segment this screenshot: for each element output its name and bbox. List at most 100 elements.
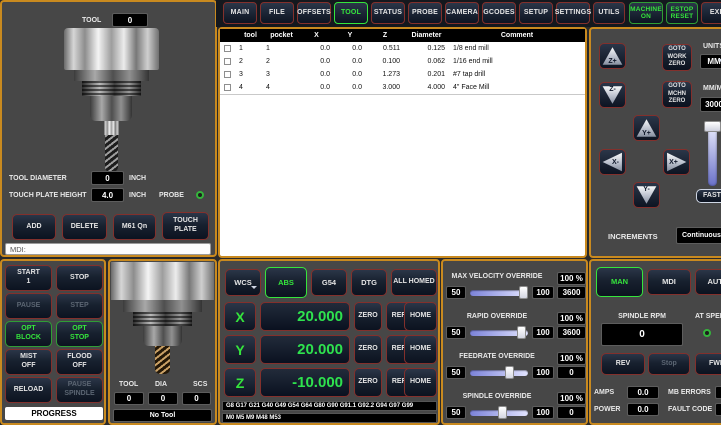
- dtg-button[interactable]: DTG: [351, 269, 387, 296]
- table-row[interactable]: 2 2 0.0 0.0 0.100 0.062 1/16 end mill: [220, 55, 585, 69]
- rapid-max-button[interactable]: 100: [532, 326, 554, 339]
- spindle-fwd-button[interactable]: FWD: [695, 353, 721, 375]
- opt-stop-button[interactable]: OPT STOP: [56, 321, 103, 347]
- tool-diameter-field[interactable]: 0: [91, 171, 124, 185]
- increments-dropdown[interactable]: Continuous: [676, 227, 721, 244]
- cell-diameter: 0.062: [404, 55, 445, 68]
- tab-file[interactable]: FILE: [260, 2, 294, 24]
- feedrate-max-button[interactable]: 100: [532, 366, 554, 379]
- wcs-button[interactable]: WCS: [225, 269, 261, 296]
- touch-plate-button[interactable]: TOUCH PLATE: [162, 212, 209, 240]
- abs-button[interactable]: ABS: [265, 267, 307, 298]
- step-button[interactable]: STEP: [56, 293, 103, 319]
- col-header-z[interactable]: Z: [366, 29, 404, 42]
- mist-button[interactable]: MIST OFF: [5, 349, 52, 375]
- goto-machine-zero-button[interactable]: GOTO MCHN ZERO: [662, 81, 692, 108]
- col-header-x[interactable]: X: [299, 29, 334, 42]
- feedrate-min-button[interactable]: 50: [446, 366, 466, 379]
- feedrate-slider[interactable]: [470, 370, 528, 376]
- axis-y-button[interactable]: Y: [224, 335, 256, 364]
- add-tool-button[interactable]: ADD: [12, 214, 56, 240]
- g54-button[interactable]: G54: [311, 269, 347, 296]
- goto-work-zero-button[interactable]: GOTO WORK ZERO: [662, 44, 692, 71]
- jog-z-minus-button[interactable]: Z-: [599, 82, 626, 108]
- flood-button[interactable]: FLOOD OFF: [56, 349, 103, 375]
- col-header-diameter[interactable]: Diameter: [404, 29, 449, 42]
- row-checkbox[interactable]: [224, 84, 231, 91]
- jog-speed-value[interactable]: 3000: [700, 97, 721, 112]
- home-x-button[interactable]: HOME: [404, 302, 437, 331]
- jog-y-plus-button[interactable]: Y+: [633, 115, 660, 141]
- spindle-taper: [74, 70, 149, 81]
- man-tab[interactable]: MAN: [596, 267, 643, 297]
- zero-z-button[interactable]: ZERO: [354, 368, 382, 397]
- mdi-tab[interactable]: MDI: [647, 269, 691, 295]
- jog-x-plus-button[interactable]: X+: [663, 149, 690, 175]
- tab-probe[interactable]: PROBE: [408, 2, 442, 24]
- delete-tool-button[interactable]: DELETE: [62, 214, 107, 240]
- all-homed-button[interactable]: ALL HOMED: [391, 269, 437, 296]
- feedrate-slider-handle[interactable]: [505, 366, 514, 379]
- col-header-comment[interactable]: Comment: [449, 29, 585, 42]
- reload-button[interactable]: RELOAD: [5, 377, 52, 403]
- table-row[interactable]: 1 1 0.0 0.0 0.511 0.125 1/8 end mill: [220, 42, 585, 56]
- pause-spindle-button[interactable]: PAUSE SPINDLE: [56, 377, 103, 403]
- tab-utils[interactable]: UTILS: [593, 2, 625, 24]
- cycle-stop-button[interactable]: STOP: [56, 265, 103, 291]
- row-checkbox[interactable]: [224, 71, 231, 78]
- row-checkbox[interactable]: [224, 45, 231, 52]
- tab-camera[interactable]: CAMERA: [445, 2, 479, 24]
- spindle-max-button[interactable]: 100: [532, 406, 554, 419]
- rapid-slider-handle[interactable]: [517, 326, 526, 339]
- tab-tool[interactable]: TOOL: [334, 2, 368, 24]
- spindle-control-panel: MAN MDI AUTO SPINDLE RPM AT SPEED 0 REV …: [589, 259, 721, 425]
- table-row[interactable]: 4 4 0.0 0.0 3.000 4.000 4" Face Mill: [220, 81, 585, 95]
- max-velocity-max-button[interactable]: 100: [532, 286, 554, 299]
- mdi-input[interactable]: MDI:: [5, 243, 211, 255]
- jog-y-minus-button[interactable]: Y-: [633, 182, 660, 208]
- m61-qn-button[interactable]: M61 Qn: [113, 214, 156, 240]
- jog-z-plus-button[interactable]: Z+: [599, 43, 626, 69]
- tab-status[interactable]: STATUS: [371, 2, 405, 24]
- max-velocity-min-button[interactable]: 50: [446, 286, 466, 299]
- jog-units-dropdown[interactable]: MM: [700, 54, 721, 69]
- spindle-rev-button[interactable]: REV: [601, 353, 645, 375]
- exit-button[interactable]: EXIT: [701, 2, 721, 24]
- increments-label: INCREMENTS: [608, 232, 658, 241]
- machine-on-button[interactable]: MACHINE ON: [629, 2, 663, 24]
- table-row[interactable]: 3 3 0.0 0.0 1.273 0.201 #7 tap drill: [220, 68, 585, 82]
- zero-x-button[interactable]: ZERO: [354, 302, 382, 331]
- spindle-min-button[interactable]: 50: [446, 406, 466, 419]
- tool-diameter-unit: INCH: [129, 175, 146, 182]
- zero-y-button[interactable]: ZERO: [354, 335, 382, 364]
- home-y-button[interactable]: HOME: [404, 335, 437, 364]
- jog-speed-slider[interactable]: [708, 124, 717, 186]
- auto-tab[interactable]: AUTO: [695, 269, 721, 295]
- tab-offsets[interactable]: OFFSETS: [297, 2, 331, 24]
- axis-z-button[interactable]: Z: [224, 368, 256, 397]
- spindle-slider-handle[interactable]: [498, 406, 507, 419]
- touch-plate-height-field[interactable]: 4.0: [91, 188, 124, 202]
- tab-setup[interactable]: SETUP: [519, 2, 553, 24]
- spindle-stop-button[interactable]: Stop: [648, 353, 690, 375]
- home-z-button[interactable]: HOME: [404, 368, 437, 397]
- row-checkbox[interactable]: [224, 58, 231, 65]
- spindle-body: [64, 28, 159, 70]
- axis-x-button[interactable]: X: [224, 302, 256, 331]
- estop-reset-button[interactable]: ESTOP RESET: [666, 2, 698, 24]
- col-header-y[interactable]: Y: [334, 29, 366, 42]
- max-velocity-slider-handle[interactable]: [519, 286, 528, 299]
- col-header-tool[interactable]: tool: [237, 29, 264, 42]
- pause-button[interactable]: PAUSE: [5, 293, 52, 319]
- cycle-start-button[interactable]: START 1: [5, 265, 52, 291]
- opt-block-button[interactable]: OPT BLOCK: [5, 321, 52, 347]
- tab-settings[interactable]: SETTINGS: [556, 2, 590, 24]
- jog-x-minus-button[interactable]: X-: [599, 149, 626, 175]
- tab-gcodes[interactable]: GCODES: [482, 2, 516, 24]
- jog-speed-slider-handle[interactable]: [704, 121, 721, 132]
- tab-main[interactable]: MAIN: [223, 2, 257, 24]
- cell-x: 0.0: [299, 42, 330, 55]
- rapid-min-button[interactable]: 50: [446, 326, 466, 339]
- col-header-pocket[interactable]: pocket: [264, 29, 299, 42]
- fast-button[interactable]: FAST: [696, 189, 721, 203]
